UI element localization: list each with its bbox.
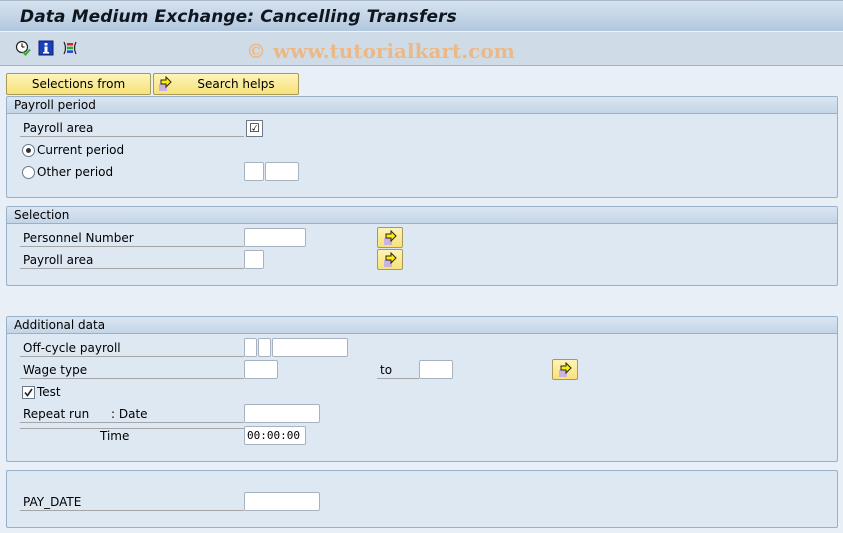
off-cycle-field-2[interactable]: [258, 338, 271, 357]
search-helps-button[interactable]: Search helps: [153, 73, 299, 95]
payroll-area-checkbox-field[interactable]: ☑: [246, 120, 263, 137]
personnel-number-label: Personnel Number: [20, 230, 244, 247]
checkmark-icon: [24, 388, 33, 397]
off-cycle-field-1[interactable]: [244, 338, 257, 357]
group-payroll-period: Payroll period: [6, 96, 838, 198]
personnel-number-input[interactable]: [244, 228, 306, 247]
payroll-area-label: Payroll area: [20, 120, 244, 137]
arrow-right-icon: [158, 75, 174, 95]
test-label: Test: [37, 385, 61, 399]
off-cycle-field-3[interactable]: [272, 338, 348, 357]
repeat-run-label: Repeat run: [23, 407, 90, 421]
arrow-right-icon: [384, 230, 397, 245]
other-period-field-1[interactable]: [244, 162, 264, 181]
application-toolbar: © www.tutorialkart.com: [0, 32, 843, 66]
time-label: Time: [100, 429, 130, 443]
date-label: : Date: [111, 407, 148, 421]
group-header-additional-data: Additional data: [7, 317, 837, 334]
arrow-right-icon: [384, 252, 397, 267]
group-header-payroll-period: Payroll period: [7, 97, 837, 114]
current-period-label: Current period: [37, 143, 125, 157]
wage-type-from-input[interactable]: [244, 360, 278, 379]
repeat-run-date-input[interactable]: [244, 404, 320, 423]
program-documentation-icon[interactable]: [62, 40, 78, 56]
selections-from-label: Selections from: [31, 77, 126, 91]
personnel-number-multiple-selection-button[interactable]: [377, 227, 403, 248]
selection-payroll-area-input[interactable]: [244, 250, 264, 269]
wage-type-to-input[interactable]: [419, 360, 453, 379]
time-label-row: Time: [20, 428, 244, 443]
other-period-label: Other period: [37, 165, 114, 179]
search-helps-label: Search helps: [197, 77, 275, 91]
execute-clock-icon[interactable]: [15, 40, 31, 56]
repeat-run-time-input[interactable]: 00:00:00: [244, 426, 306, 445]
page-title: Data Medium Exchange: Cancelling Transfe…: [20, 7, 457, 27]
wage-type-label: Wage type: [20, 362, 244, 379]
selection-payroll-area-label: Payroll area: [20, 252, 244, 269]
pay-date-label: PAY_DATE: [20, 494, 244, 511]
info-icon[interactable]: [38, 40, 54, 56]
group-additional-data: Additional data: [6, 316, 838, 462]
arrow-right-icon: [559, 362, 572, 377]
wage-type-to-label: to: [377, 362, 419, 379]
payroll-area-multiple-selection-button[interactable]: [377, 249, 403, 270]
wage-type-multiple-selection-button[interactable]: [552, 359, 578, 380]
selections-from-button[interactable]: Selections from: [6, 73, 151, 95]
off-cycle-payroll-label: Off-cycle payroll: [20, 340, 244, 357]
other-period-field-2[interactable]: [265, 162, 299, 181]
title-bar: Data Medium Exchange: Cancelling Transfe…: [0, 0, 843, 32]
pay-date-input[interactable]: [244, 492, 320, 511]
repeat-run-label-row: Repeat run : Date: [20, 406, 244, 423]
watermark-text: © www.tutorialkart.com: [246, 39, 515, 63]
group-header-selection: Selection: [7, 207, 837, 224]
